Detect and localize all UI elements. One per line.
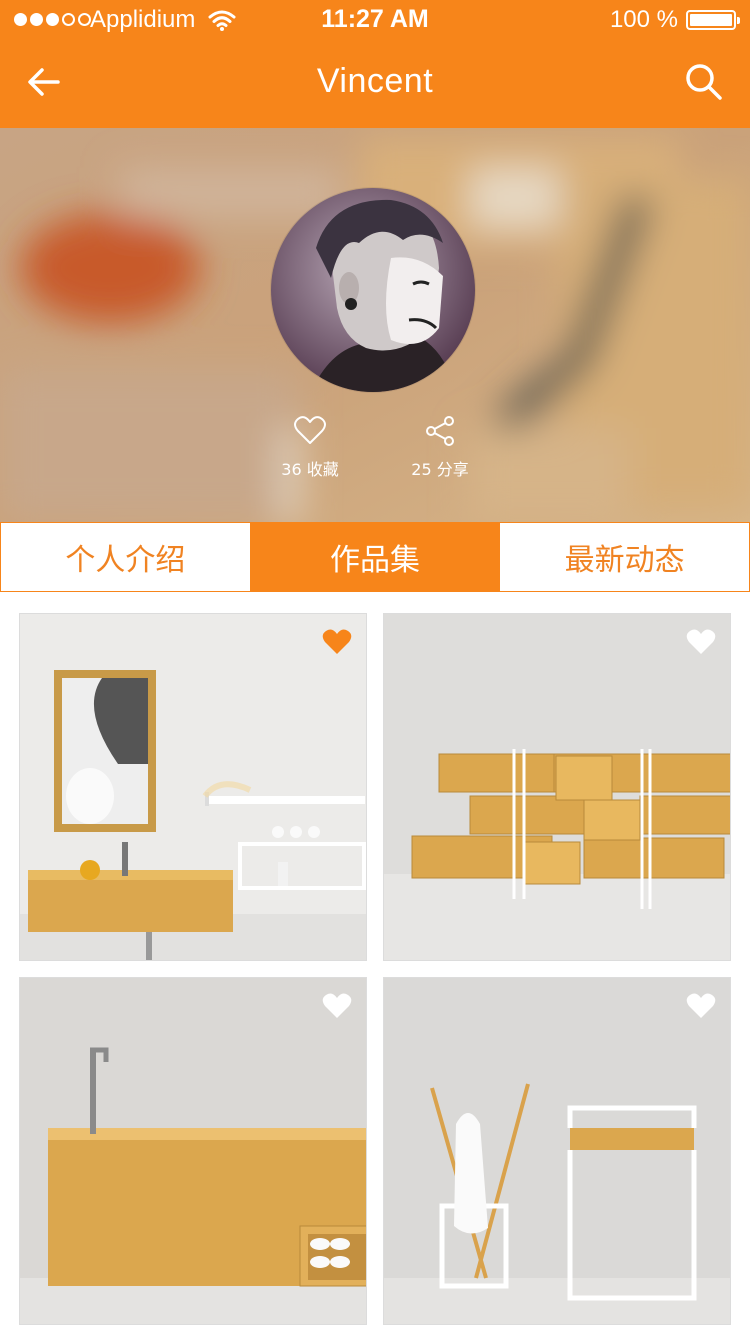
top-bar: Applidium 11:27 AM 100 % Vincent: [0, 0, 750, 128]
page-title: Vincent: [316, 62, 434, 100]
wooden-bathtub-image: [20, 978, 366, 1324]
shares-stat[interactable]: 25 分享: [390, 414, 490, 480]
towel-stand-image: [384, 978, 730, 1324]
avatar[interactable]: [271, 188, 475, 392]
portfolio-item[interactable]: [19, 613, 367, 961]
battery-percent: 100 %: [609, 6, 678, 33]
search-icon[interactable]: [682, 60, 726, 104]
heart-filled-icon[interactable]: [322, 628, 352, 656]
heart-filled-icon[interactable]: [686, 628, 716, 656]
status-bar: Applidium 11:27 AM 100 %: [0, 0, 750, 40]
portfolio-item[interactable]: [19, 977, 367, 1325]
portfolio-item[interactable]: [383, 977, 731, 1325]
tab-latest-updates[interactable]: 最新动态: [500, 523, 749, 591]
bathroom-vanity-image: [20, 614, 366, 960]
share-icon: [426, 416, 454, 446]
profile-tabs: 个人介绍 作品集 最新动态: [0, 522, 750, 592]
favorites-stat[interactable]: 36 收藏: [260, 414, 360, 480]
profile-header: 36 收藏 25 分享: [0, 128, 750, 522]
tab-introduction[interactable]: 个人介绍: [1, 523, 251, 591]
heart-filled-icon[interactable]: [686, 992, 716, 1020]
profile-stats: 36 收藏 25 分享: [0, 414, 750, 480]
heart-filled-icon[interactable]: [322, 992, 352, 1020]
shares-count: 25 分享: [411, 460, 469, 479]
nav-bar: Vincent: [0, 40, 750, 128]
battery-icon: [686, 10, 740, 30]
portfolio-item[interactable]: [383, 613, 731, 961]
favorites-count: 36 收藏: [281, 460, 339, 479]
drawer-cabinet-image: [384, 614, 730, 960]
tab-portfolio[interactable]: 作品集: [250, 523, 501, 591]
heart-outline-icon: [294, 416, 326, 444]
